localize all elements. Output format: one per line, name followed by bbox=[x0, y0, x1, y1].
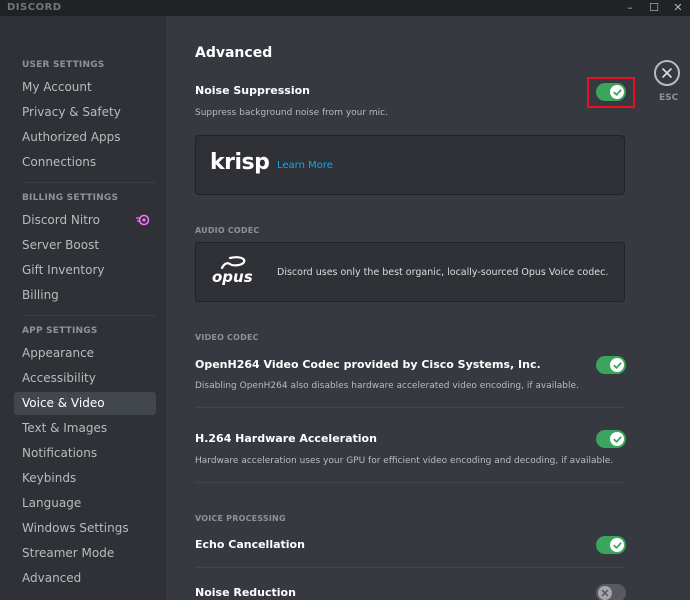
toggle-knob bbox=[610, 85, 624, 99]
sidebar-item-my-account[interactable]: My Account bbox=[14, 76, 156, 99]
check-icon bbox=[612, 541, 622, 549]
sidebar-item-text-images[interactable]: Text & Images bbox=[14, 417, 156, 440]
toggle-knob bbox=[598, 586, 612, 600]
openh264-desc: Disabling OpenH264 also disables hardwar… bbox=[195, 381, 579, 391]
sidebar-item-keybinds[interactable]: Keybinds bbox=[14, 467, 156, 490]
sidebar-item-discord-nitro[interactable]: Discord Nitro bbox=[14, 209, 156, 232]
nitro-icon bbox=[136, 214, 150, 226]
section-header-user-settings: USER SETTINGS bbox=[22, 60, 105, 70]
opus-logo-text: opus bbox=[212, 268, 253, 286]
echo-cancellation-toggle[interactable] bbox=[596, 536, 626, 554]
close-settings-button[interactable] bbox=[654, 60, 680, 86]
window-controls: – ☐ ✕ bbox=[618, 0, 690, 16]
sidebar-item-language[interactable]: Language bbox=[14, 492, 156, 515]
close-window-button[interactable]: ✕ bbox=[666, 0, 690, 16]
toggle-knob bbox=[610, 432, 624, 446]
row-divider bbox=[195, 407, 625, 408]
x-icon bbox=[601, 589, 609, 597]
app-name: DISCORD bbox=[7, 2, 62, 13]
h264-hw-toggle[interactable] bbox=[596, 430, 626, 448]
sidebar-divider bbox=[22, 315, 156, 316]
noise-reduction-label: Noise Reduction bbox=[195, 586, 296, 599]
minimize-button[interactable]: – bbox=[618, 0, 642, 16]
row-divider bbox=[195, 482, 625, 483]
learn-more-link[interactable]: Learn More bbox=[277, 160, 333, 171]
close-icon bbox=[662, 68, 672, 78]
noise-suppression-label: Noise Suppression bbox=[195, 84, 311, 97]
sidebar-item-billing[interactable]: Billing bbox=[14, 284, 156, 307]
krisp-card: krisp Learn More bbox=[195, 135, 625, 195]
openh264-label: OpenH264 Video Codec provided by Cisco S… bbox=[195, 358, 541, 371]
sidebar-item-voice-video[interactable]: Voice & Video bbox=[14, 392, 156, 415]
h264-hw-label: H.264 Hardware Acceleration bbox=[195, 432, 377, 445]
check-icon bbox=[612, 361, 622, 369]
openh264-toggle[interactable] bbox=[596, 356, 626, 374]
sidebar-item-authorized-apps[interactable]: Authorized Apps bbox=[14, 126, 156, 149]
section-header-billing-settings: BILLING SETTINGS bbox=[22, 193, 119, 203]
maximize-button[interactable]: ☐ bbox=[642, 0, 666, 16]
audio-codec-header: AUDIO CODEC bbox=[195, 226, 260, 235]
check-icon bbox=[612, 88, 622, 96]
video-codec-header: VIDEO CODEC bbox=[195, 333, 259, 342]
echo-cancellation-label: Echo Cancellation bbox=[195, 538, 305, 551]
toggle-knob bbox=[610, 358, 624, 372]
settings-sidebar: USER SETTINGS My Account Privacy & Safet… bbox=[0, 16, 166, 600]
opus-desc: Discord uses only the best organic, loca… bbox=[277, 267, 609, 278]
h264-hw-desc: Hardware acceleration uses your GPU for … bbox=[195, 456, 614, 466]
sidebar-item-gift-inventory[interactable]: Gift Inventory bbox=[14, 259, 156, 282]
sidebar-item-accessibility[interactable]: Accessibility bbox=[14, 367, 156, 390]
sidebar-item-server-boost[interactable]: Server Boost bbox=[14, 234, 156, 257]
sidebar-item-privacy-safety[interactable]: Privacy & Safety bbox=[14, 101, 156, 124]
sidebar-divider bbox=[22, 182, 156, 183]
voice-processing-header: VOICE PROCESSING bbox=[195, 514, 286, 523]
sidebar-item-connections[interactable]: Connections bbox=[14, 151, 156, 174]
sidebar-item-label: Discord Nitro bbox=[22, 213, 100, 227]
title-bar: DISCORD – ☐ ✕ bbox=[0, 0, 690, 16]
esc-label: ESC bbox=[659, 93, 679, 103]
toggle-knob bbox=[610, 538, 624, 552]
sidebar-item-appearance[interactable]: Appearance bbox=[14, 342, 156, 365]
krisp-logo: krisp bbox=[210, 150, 270, 175]
noise-suppression-toggle[interactable] bbox=[596, 83, 626, 101]
sidebar-item-notifications[interactable]: Notifications bbox=[14, 442, 156, 465]
page-title: Advanced bbox=[195, 45, 273, 61]
opus-card: opus Discord uses only the best organic,… bbox=[195, 242, 625, 302]
noise-suppression-desc: Suppress background noise from your mic. bbox=[195, 108, 388, 118]
noise-reduction-toggle[interactable] bbox=[596, 584, 626, 600]
section-header-app-settings: APP SETTINGS bbox=[22, 326, 98, 336]
opus-logo: opus bbox=[212, 256, 253, 286]
sidebar-item-windows-settings[interactable]: Windows Settings bbox=[14, 517, 156, 540]
settings-content: Advanced Noise Suppression Suppress back… bbox=[166, 16, 690, 600]
sidebar-item-streamer-mode[interactable]: Streamer Mode bbox=[14, 542, 156, 565]
check-icon bbox=[612, 435, 622, 443]
sidebar-item-advanced[interactable]: Advanced bbox=[14, 567, 156, 590]
row-divider bbox=[195, 567, 625, 568]
